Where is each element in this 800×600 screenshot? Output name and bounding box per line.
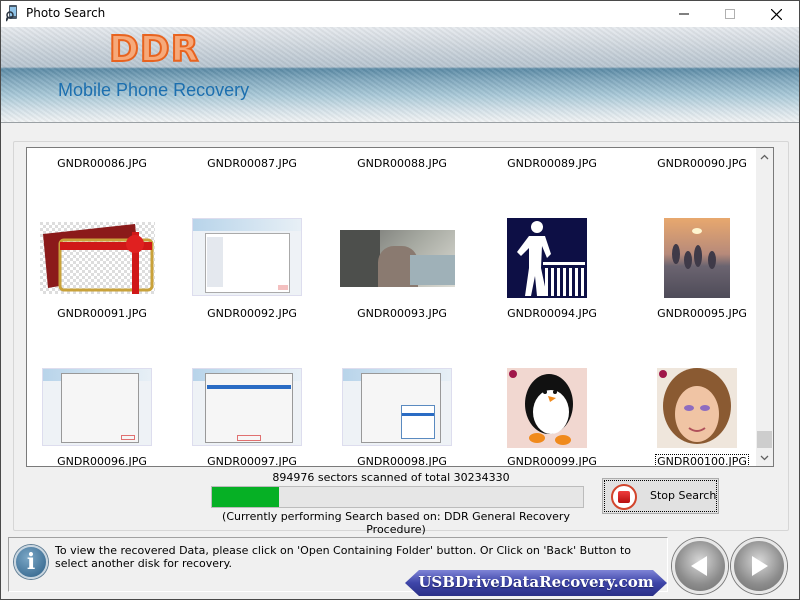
thumbnail-gift-card[interactable] <box>40 222 155 294</box>
file-name: GNDR00095.JPG <box>657 307 747 320</box>
file-name: GNDR00094.JPG <box>507 307 597 320</box>
file-name: GNDR00098.JPG <box>357 455 447 467</box>
website-banner: USBDriveDataRecovery.com <box>405 569 667 597</box>
thumbnail-software-screenshot[interactable] <box>42 368 152 446</box>
gallery-item[interactable]: GNDR00088.JPG <box>327 152 477 171</box>
back-button[interactable] <box>672 538 728 594</box>
file-name: GNDR00093.JPG <box>357 307 447 320</box>
file-name: GNDR00089.JPG <box>507 157 597 170</box>
file-name: GNDR00092.JPG <box>207 307 297 320</box>
product-name: Mobile Phone Recovery <box>58 80 250 100</box>
gallery-item[interactable]: GNDR00095.JPG <box>627 302 773 321</box>
scroll-thumb[interactable] <box>757 431 772 448</box>
gallery-item[interactable]: GNDR00094.JPG <box>477 302 627 321</box>
close-button[interactable] <box>753 1 799 27</box>
gallery-item[interactable]: GNDR00090.JPG <box>627 152 773 171</box>
chevron-up-icon <box>760 154 769 159</box>
thumbnail-software-screenshot[interactable] <box>192 218 302 296</box>
file-name: GNDR00090.JPG <box>657 157 747 170</box>
thumbnail-software-screenshot[interactable] <box>192 368 302 446</box>
file-name: GNDR00100.JPG <box>655 454 749 467</box>
scan-progress-bar <box>211 486 584 508</box>
file-name: GNDR00096.JPG <box>57 455 147 467</box>
gallery-item[interactable]: GNDR00099.JPG <box>477 450 627 467</box>
file-name: GNDR00087.JPG <box>207 157 297 170</box>
thumbnail-office-photo[interactable] <box>340 230 455 287</box>
scan-status: 894976 sectors scanned of total 30234330 <box>272 471 510 484</box>
thumbnail-penguin[interactable] <box>507 368 587 448</box>
stop-icon <box>611 484 637 510</box>
stop-search-button[interactable]: Stop Search <box>602 478 719 514</box>
chevron-down-icon <box>760 455 769 460</box>
vertical-scrollbar[interactable] <box>756 148 773 466</box>
gallery-item[interactable]: GNDR00086.JPG <box>27 152 177 171</box>
gallery-item[interactable]: GNDR00089.JPG <box>477 152 627 171</box>
file-name: GNDR00086.JPG <box>57 157 147 170</box>
recovery-procedure-text: (Currently performing Search based on: D… <box>222 510 570 536</box>
minimize-button[interactable] <box>661 1 707 27</box>
maximize-button[interactable] <box>707 1 753 27</box>
gallery-item[interactable]: GNDR00098.JPG <box>327 450 477 467</box>
file-name: GNDR00099.JPG <box>507 455 597 467</box>
close-icon <box>770 8 782 20</box>
ddr-logo: DDR <box>108 28 200 71</box>
gallery-item[interactable]: GNDR00093.JPG <box>327 302 477 321</box>
phone-search-icon <box>6 5 17 22</box>
thumbnail-software-screenshot[interactable] <box>342 368 452 446</box>
arrow-left-icon <box>691 556 707 576</box>
arrow-right-icon <box>752 556 768 576</box>
minimize-icon <box>679 13 689 15</box>
info-icon: i <box>14 545 48 579</box>
thumbnail-sunset-silhouettes[interactable] <box>664 218 730 298</box>
gallery-item[interactable]: GNDR00092.JPG <box>177 302 327 321</box>
header-banner: DDR Mobile Phone Recovery <box>1 27 799 123</box>
photo-gallery[interactable]: GNDR00086.JPG GNDR00087.JPG GNDR00088.JP… <box>26 147 774 467</box>
gallery-item[interactable]: GNDR00096.JPG <box>27 450 177 467</box>
maximize-icon <box>725 9 735 19</box>
thumbnail-man-leaning-icon[interactable] <box>507 218 587 298</box>
photo-search-window: Photo Search DDR Mobile Phone Recovery G… <box>0 0 800 600</box>
gallery-item[interactable]: GNDR00097.JPG <box>177 450 327 467</box>
info-message: To view the recovered Data, please click… <box>55 544 632 570</box>
scroll-up-button[interactable] <box>756 148 773 165</box>
website-url: USBDriveDataRecovery.com <box>418 573 654 591</box>
gallery-item-selected[interactable]: GNDR00100.JPG <box>627 450 773 467</box>
thumbnail-girl-portrait[interactable] <box>657 368 737 448</box>
window-title: Photo Search <box>26 6 106 20</box>
stop-search-label: Stop Search <box>650 489 717 502</box>
gallery-item[interactable]: GNDR00087.JPG <box>177 152 327 171</box>
file-name: GNDR00097.JPG <box>207 455 297 467</box>
file-name: GNDR00091.JPG <box>57 307 147 320</box>
file-name: GNDR00088.JPG <box>357 157 447 170</box>
gallery-item[interactable]: GNDR00091.JPG <box>27 302 177 321</box>
next-button[interactable] <box>731 538 787 594</box>
scroll-down-button[interactable] <box>756 449 773 466</box>
title-bar: Photo Search <box>1 1 799 27</box>
progress-fill <box>212 487 279 507</box>
